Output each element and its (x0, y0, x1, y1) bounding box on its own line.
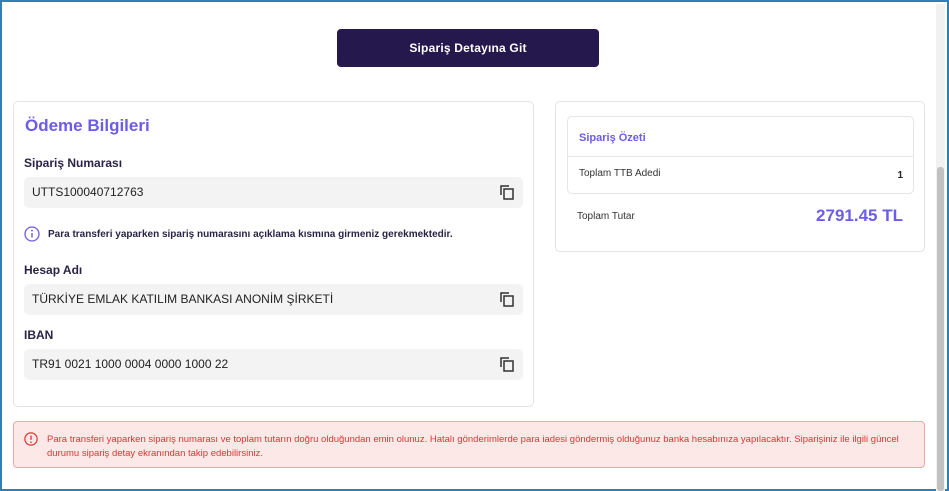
ttb-count-value: 1 (897, 170, 903, 181)
page-frame: Sipariş Detayına Git Ödeme Bilgileri Sip… (0, 0, 949, 491)
total-amount-value: 2791.45 TL (816, 206, 903, 225)
iban-label: IBAN (24, 328, 54, 342)
warning-alert-text: Para transferi yaparken sipariş numarası… (47, 434, 899, 459)
summary-divider (568, 156, 913, 157)
info-icon (24, 226, 40, 242)
payment-info-card: Ödeme Bilgileri Sipariş Numarası UTTS100… (13, 101, 534, 407)
info-note-text: Para transferi yaparken sipariş numarası… (48, 228, 453, 240)
order-number-value: UTTS100040712763 (32, 185, 144, 199)
alert-circle-icon (24, 432, 38, 446)
payment-info-title: Ödeme Bilgileri (25, 116, 150, 135)
scrollbar-thumb[interactable] (937, 167, 944, 491)
order-number-info: Para transferi yaparken sipariş numarası… (24, 226, 453, 242)
copy-icon[interactable] (499, 291, 515, 307)
order-number-field: UTTS100040712763 (24, 177, 523, 208)
total-amount-label: Toplam Tutar (577, 211, 635, 222)
warning-alert: Para transferi yaparken sipariş numarası… (13, 421, 925, 468)
order-number-label: Sipariş Numarası (24, 156, 123, 170)
iban-field: TR91 0021 1000 0004 0000 1000 22 (24, 349, 523, 380)
copy-icon[interactable] (499, 356, 515, 372)
order-detail-button-label: Sipariş Detayına Git (409, 41, 527, 55)
copy-icon[interactable] (499, 184, 515, 200)
account-name-field: TÜRKİYE EMLAK KATILIM BANKASI ANONİM ŞİR… (24, 284, 523, 315)
order-summary-title: Sipariş Özeti (579, 132, 646, 144)
ttb-count-label: Toplam TTB Adedi (579, 168, 661, 179)
order-summary-card: Sipariş Özeti Toplam TTB Adedi 1 Toplam … (555, 101, 925, 252)
order-detail-button[interactable]: Sipariş Detayına Git (337, 29, 599, 67)
iban-value: TR91 0021 1000 0004 0000 1000 22 (32, 357, 229, 371)
account-name-label: Hesap Adı (24, 263, 83, 277)
account-name-value: TÜRKİYE EMLAK KATILIM BANKASI ANONİM ŞİR… (32, 292, 334, 306)
order-summary-box: Sipariş Özeti Toplam TTB Adedi 1 (567, 116, 914, 194)
scrollbar[interactable] (936, 4, 945, 491)
